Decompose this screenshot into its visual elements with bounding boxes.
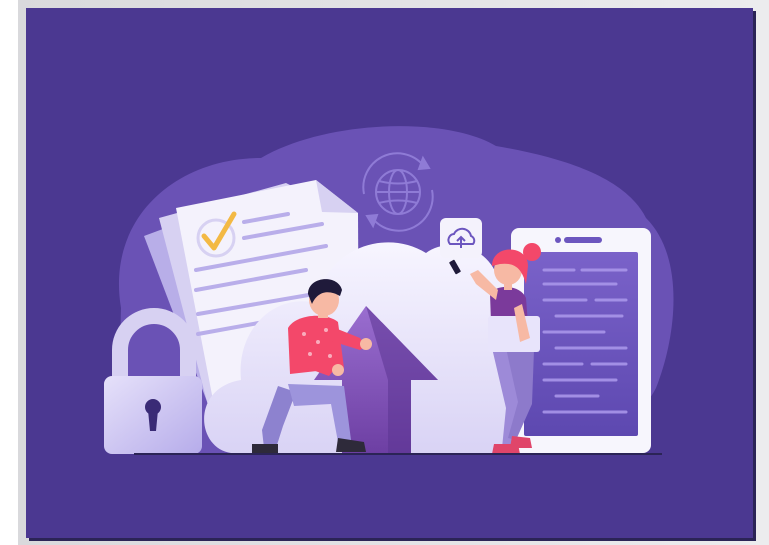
- cloud-upload-illustration: [104, 126, 674, 455]
- illustration-card: [26, 8, 753, 538]
- blob-bubble: [440, 141, 500, 181]
